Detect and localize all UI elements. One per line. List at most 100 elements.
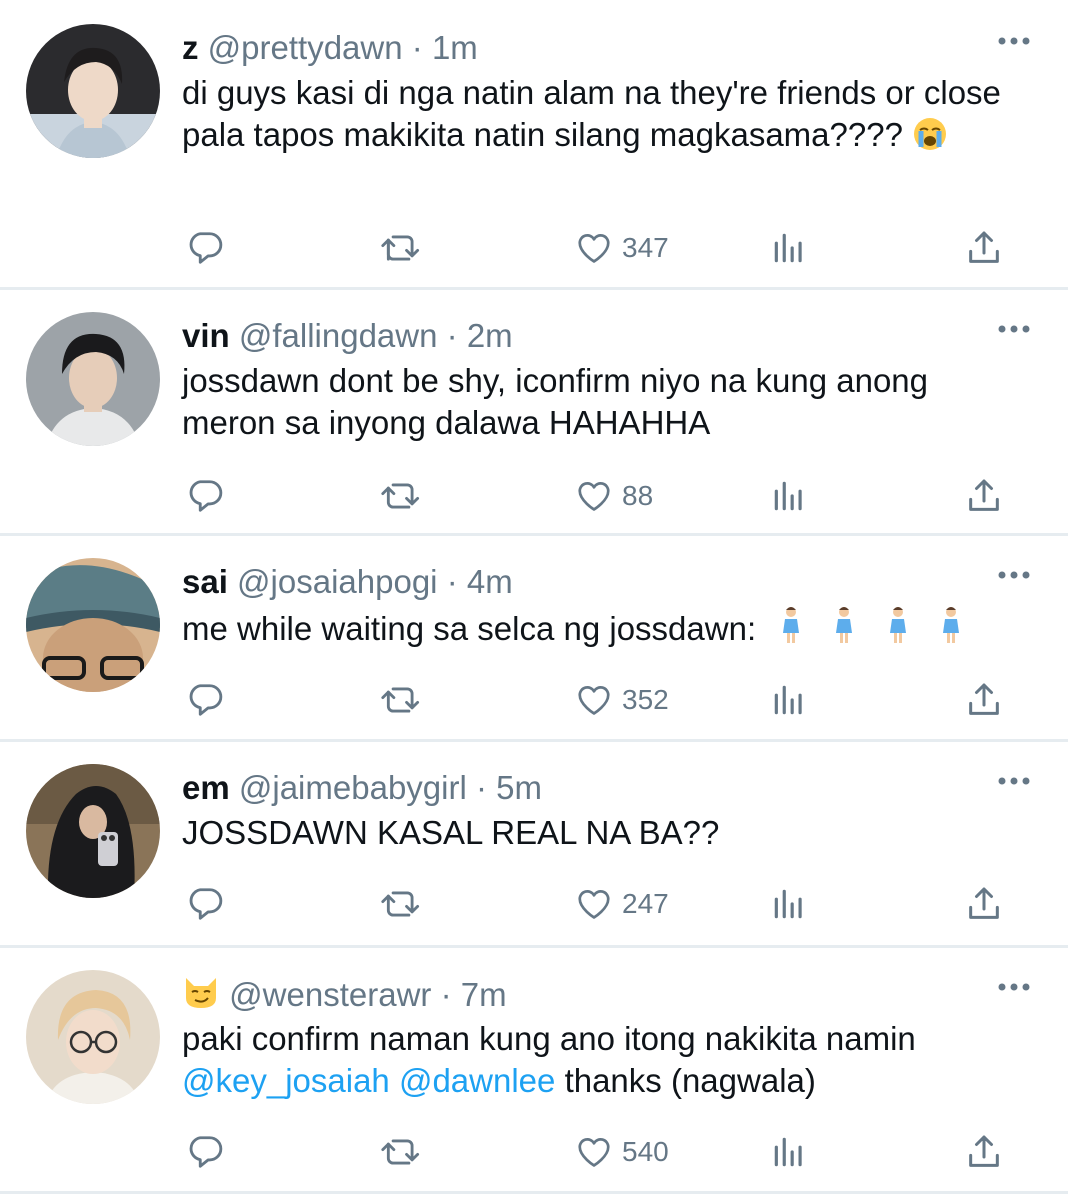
tweet-header: sai @josaiahpogi · 4m — [182, 562, 513, 602]
more-options-icon[interactable] — [998, 570, 1030, 580]
share-button[interactable] — [964, 474, 1004, 518]
heart-icon — [578, 482, 610, 511]
reply-button[interactable] — [186, 1130, 224, 1174]
reply-button[interactable] — [186, 226, 224, 270]
tweet-header: @wensterawr · 7m — [182, 974, 507, 1019]
timestamp[interactable]: 1m — [432, 29, 478, 66]
timestamp[interactable]: 2m — [467, 317, 513, 354]
separator-dot: · — [446, 317, 458, 354]
reply-icon — [189, 684, 223, 716]
avatar[interactable] — [26, 558, 160, 692]
retweet-icon — [381, 235, 420, 261]
avatar-photo — [26, 24, 160, 158]
like-button[interactable]: 88 — [574, 474, 653, 518]
username-handle[interactable]: @jaimebabygirl — [239, 769, 467, 806]
heart-icon — [578, 686, 610, 715]
like-count: 540 — [622, 1136, 669, 1167]
more-options-icon[interactable] — [998, 324, 1030, 334]
reply-button[interactable] — [186, 678, 224, 722]
display-name[interactable]: em — [182, 769, 230, 806]
more-options-icon[interactable] — [998, 776, 1030, 786]
timestamp[interactable]: 5m — [496, 769, 542, 806]
analytics-button[interactable] — [770, 882, 808, 926]
tweet-text: jossdawn dont be shy, iconfirm niyo na k… — [182, 360, 1008, 444]
reply-icon — [189, 232, 223, 264]
display-name[interactable]: sai — [182, 563, 228, 600]
analytics-icon — [774, 233, 802, 263]
avatar[interactable] — [26, 970, 160, 1104]
standing-woman-icon — [939, 606, 963, 656]
tweet-header: em @jaimebabygirl · 5m — [182, 768, 542, 808]
more-options-icon[interactable] — [998, 36, 1030, 46]
share-button[interactable] — [964, 226, 1004, 270]
timestamp[interactable]: 4m — [467, 563, 513, 600]
retweet-button[interactable] — [380, 474, 422, 518]
retweet-button[interactable] — [380, 1130, 422, 1174]
analytics-button[interactable] — [770, 474, 808, 518]
like-button[interactable]: 347 — [574, 226, 669, 270]
tweet[interactable]: sai @josaiahpogi · 4m me while waiting s… — [0, 536, 1068, 742]
avatar[interactable] — [26, 764, 160, 898]
like-button[interactable]: 352 — [574, 678, 669, 722]
tweet-text: me while waiting sa selca ng jossdawn: — [182, 606, 1028, 656]
avatar[interactable] — [26, 24, 160, 158]
mention-link[interactable]: @key_josaiah — [182, 1062, 390, 1099]
share-button[interactable] — [964, 1130, 1004, 1174]
retweet-icon — [381, 891, 420, 917]
mention-link[interactable]: @dawnlee — [399, 1062, 555, 1099]
username-handle[interactable]: @wensterawr — [229, 976, 431, 1013]
tweet-text-tail: thanks (nagwala) — [564, 1062, 816, 1099]
analytics-button[interactable] — [770, 678, 808, 722]
like-count: 88 — [622, 480, 654, 511]
reply-button[interactable] — [186, 474, 224, 518]
avatar-photo — [26, 970, 160, 1104]
tweet-actions: 247 — [0, 882, 1068, 926]
share-button[interactable] — [964, 678, 1004, 722]
smirking-cat-icon — [182, 974, 220, 1019]
analytics-icon — [774, 685, 802, 715]
analytics-button[interactable] — [770, 226, 808, 270]
analytics-icon — [774, 481, 802, 511]
share-button[interactable] — [964, 882, 1004, 926]
username-handle[interactable]: @fallingdawn — [239, 317, 438, 354]
timestamp[interactable]: 7m — [461, 976, 507, 1013]
reply-icon — [189, 888, 223, 920]
avatar-photo — [26, 764, 160, 898]
like-button[interactable]: 540 — [574, 1130, 669, 1174]
tweet-header: z @prettydawn · 1m — [182, 28, 478, 68]
tweet-actions: 352 — [0, 678, 1068, 722]
username-handle[interactable]: @prettydawn — [208, 29, 403, 66]
tweet-text-content: jossdawn dont be shy, iconfirm niyo na k… — [182, 362, 929, 441]
tweet-header: vin @fallingdawn · 2m — [182, 316, 513, 356]
username-handle[interactable]: @josaiahpogi — [237, 563, 437, 600]
tweet-text: JOSSDAWN KASAL REAL NA BA?? — [182, 812, 1008, 854]
retweet-button[interactable] — [380, 678, 422, 722]
avatar-photo — [26, 312, 160, 446]
share-icon — [969, 683, 999, 715]
analytics-button[interactable] — [770, 1130, 808, 1174]
like-button[interactable]: 247 — [574, 882, 669, 926]
analytics-icon — [774, 1137, 802, 1167]
display-name[interactable]: vin — [182, 317, 230, 354]
share-icon — [969, 887, 999, 919]
reply-button[interactable] — [186, 882, 224, 926]
share-icon — [969, 1135, 999, 1167]
retweet-icon — [381, 1139, 420, 1165]
tweet[interactable]: vin @fallingdawn · 2m jossdawn dont be s… — [0, 290, 1068, 536]
retweet-button[interactable] — [380, 226, 422, 270]
tweet[interactable]: em @jaimebabygirl · 5m JOSSDAWN KASAL RE… — [0, 742, 1068, 948]
tweet[interactable]: @wensterawr · 7m paki confirm naman kung… — [0, 948, 1068, 1194]
avatar-photo — [26, 558, 160, 692]
like-count: 347 — [622, 232, 669, 263]
retweet-button[interactable] — [380, 882, 422, 926]
heart-icon — [578, 234, 610, 263]
retweet-icon — [381, 483, 420, 509]
tweet-text-content: JOSSDAWN KASAL REAL NA BA?? — [182, 814, 720, 851]
more-options-icon[interactable] — [998, 982, 1030, 992]
avatar[interactable] — [26, 312, 160, 446]
tweet[interactable]: z @prettydawn · 1m di guys kasi di nga n… — [0, 0, 1068, 290]
analytics-icon — [774, 889, 802, 919]
display-name[interactable]: z — [182, 29, 199, 66]
separator-dot: · — [446, 563, 458, 600]
standing-woman-icon — [779, 606, 803, 656]
